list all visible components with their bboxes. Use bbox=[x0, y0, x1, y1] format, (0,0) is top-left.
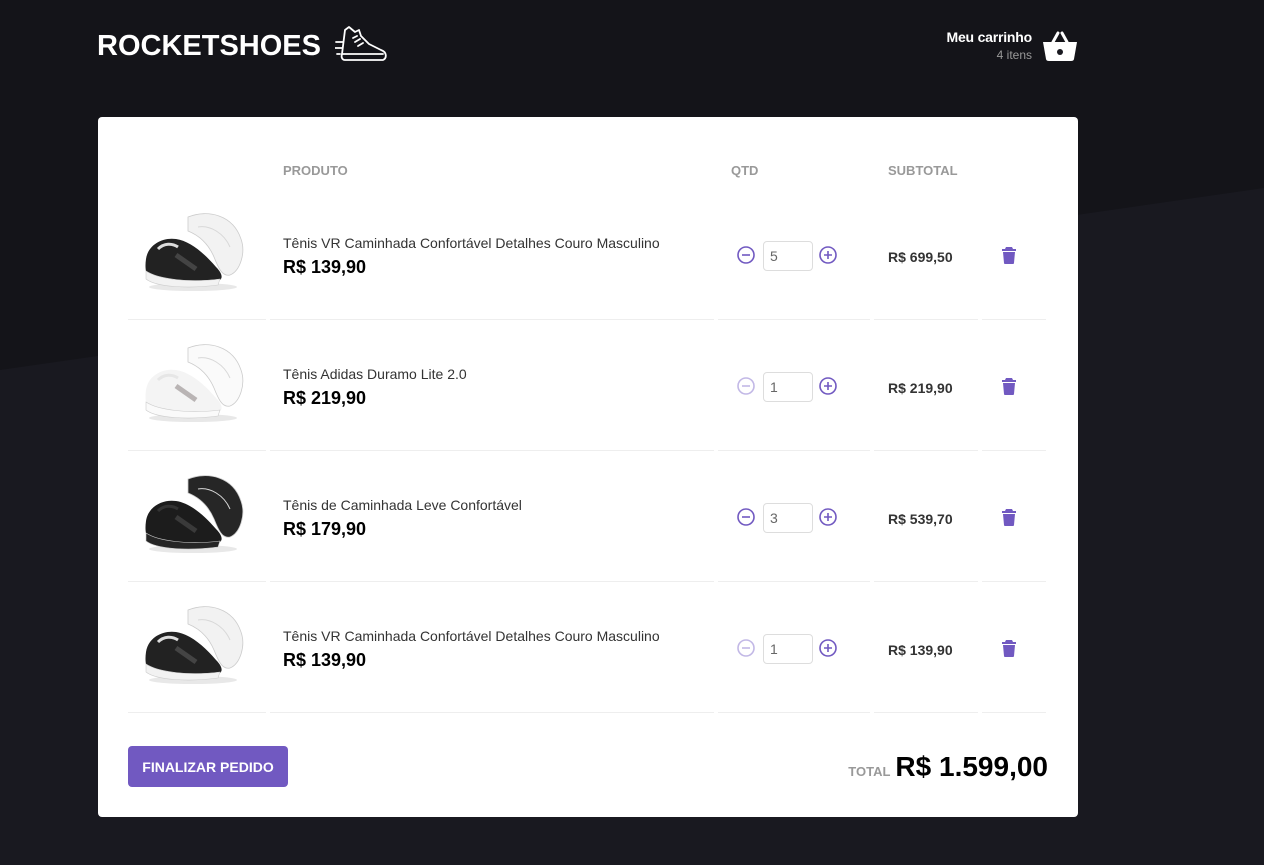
quantity-input[interactable] bbox=[763, 241, 813, 271]
table-row: Tênis VR Caminhada Confortável Detalhes … bbox=[128, 582, 1046, 713]
cart-info: Meu carrinho 4 itens bbox=[946, 29, 1032, 62]
row-divider bbox=[982, 712, 1046, 713]
decrement-button[interactable] bbox=[736, 245, 756, 265]
trash-icon bbox=[1002, 640, 1016, 657]
delete-button[interactable] bbox=[1001, 639, 1017, 657]
header-subtotal: SUBTOTAL bbox=[888, 163, 958, 178]
increment-button[interactable] bbox=[818, 245, 838, 265]
delete-button[interactable] bbox=[1001, 377, 1017, 395]
product-title: Tênis VR Caminhada Confortável Detalhes … bbox=[283, 628, 660, 644]
plus-circle-icon bbox=[819, 246, 837, 264]
quantity-input[interactable] bbox=[763, 503, 813, 533]
delete-button[interactable] bbox=[1001, 246, 1017, 264]
trash-icon bbox=[1002, 247, 1016, 264]
plus-circle-icon bbox=[819, 639, 837, 657]
decrement-button[interactable] bbox=[736, 376, 756, 396]
delete-button[interactable] bbox=[1001, 508, 1017, 526]
table-row: Tênis Adidas Duramo Lite 2.0 R$ 219,90 R… bbox=[128, 320, 1046, 451]
table-row: Tênis de Caminhada Leve Confortável R$ 1… bbox=[128, 451, 1046, 582]
row-divider bbox=[270, 712, 714, 713]
total: TOTAL R$ 1.599,00 bbox=[848, 751, 1048, 783]
header-product: PRODUTO bbox=[283, 163, 348, 178]
decrement-button[interactable] bbox=[736, 638, 756, 658]
cart-container: PRODUTO QTD SUBTOTAL Tênis VR Caminhada … bbox=[98, 117, 1078, 817]
product-image bbox=[138, 209, 248, 294]
row-subtotal: R$ 219,90 bbox=[888, 380, 953, 396]
row-divider bbox=[128, 712, 266, 713]
cart-count: 4 itens bbox=[996, 48, 1032, 62]
logo-link[interactable]: ROCKETSHOES bbox=[97, 24, 389, 64]
checkout-button[interactable]: Finalizar pedido bbox=[128, 746, 288, 787]
minus-circle-icon bbox=[737, 377, 755, 395]
plus-circle-icon bbox=[819, 508, 837, 526]
row-subtotal: R$ 699,50 bbox=[888, 249, 953, 265]
product-price: R$ 139,90 bbox=[283, 257, 367, 277]
minus-circle-icon bbox=[737, 639, 755, 657]
row-divider bbox=[718, 712, 870, 713]
page-header: ROCKETSHOES Meu carrinho 4 itens bbox=[97, 24, 1078, 84]
product-title: Tênis de Caminhada Leve Confortável bbox=[283, 497, 522, 513]
total-value: R$ 1.599,00 bbox=[895, 751, 1048, 782]
product-image bbox=[138, 471, 248, 556]
product-image bbox=[138, 340, 248, 425]
product-title: Tênis VR Caminhada Confortável Detalhes … bbox=[283, 235, 660, 251]
decrement-button[interactable] bbox=[736, 507, 756, 527]
minus-circle-icon bbox=[737, 246, 755, 264]
shopping-basket-icon bbox=[1043, 31, 1077, 61]
increment-button[interactable] bbox=[818, 376, 838, 396]
cart-title: Meu carrinho bbox=[946, 29, 1032, 45]
quantity-input[interactable] bbox=[763, 372, 813, 402]
header-qty: QTD bbox=[731, 163, 759, 178]
minus-circle-icon bbox=[737, 508, 755, 526]
row-subtotal: R$ 139,90 bbox=[888, 642, 953, 658]
table-row: Tênis VR Caminhada Confortável Detalhes … bbox=[128, 189, 1046, 320]
shoe-logo-icon bbox=[334, 26, 387, 61]
row-divider bbox=[874, 712, 978, 713]
product-title: Tênis Adidas Duramo Lite 2.0 bbox=[283, 366, 467, 382]
cart-link[interactable]: Meu carrinho 4 itens bbox=[946, 29, 1078, 62]
total-label: TOTAL bbox=[848, 764, 891, 779]
product-price: R$ 179,90 bbox=[283, 519, 367, 539]
row-subtotal: R$ 539,70 bbox=[888, 511, 953, 527]
product-price: R$ 139,90 bbox=[283, 650, 367, 670]
plus-circle-icon bbox=[819, 377, 837, 395]
logo-text: ROCKETSHOES bbox=[97, 29, 321, 62]
trash-icon bbox=[1002, 378, 1016, 395]
increment-button[interactable] bbox=[818, 638, 838, 658]
increment-button[interactable] bbox=[818, 507, 838, 527]
trash-icon bbox=[1002, 509, 1016, 526]
product-image bbox=[138, 602, 248, 687]
product-price: R$ 219,90 bbox=[283, 388, 367, 408]
quantity-input[interactable] bbox=[763, 634, 813, 664]
